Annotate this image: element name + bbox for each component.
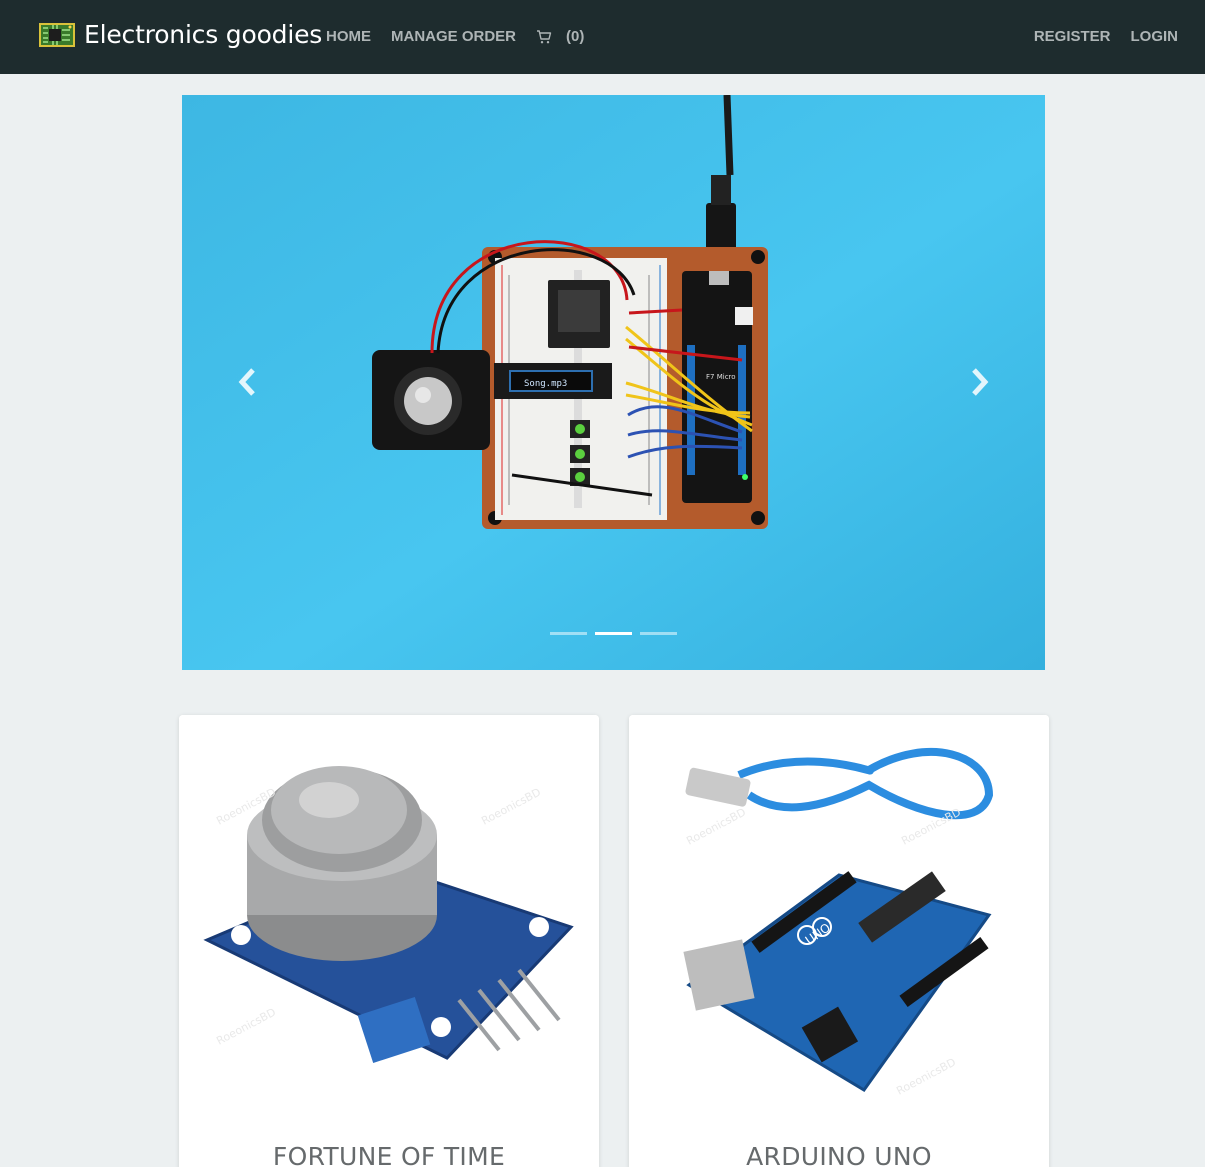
svg-text:Song.mp3: Song.mp3	[524, 379, 567, 389]
nav-left-links: HOME MANAGE ORDER (0)	[326, 27, 584, 47]
carousel-indicator-2[interactable]	[595, 632, 632, 635]
brand-link[interactable]: Electronics goodies	[39, 20, 322, 49]
carousel-indicator-3[interactable]	[640, 632, 677, 635]
shopping-cart-icon	[537, 30, 552, 44]
carousel-indicators	[550, 632, 677, 635]
brand-name: Electronics goodies	[84, 20, 323, 49]
hero-carousel: Song.mp3 F7 Micro	[182, 95, 1045, 670]
nav-login-link[interactable]: LOGIN	[1131, 27, 1179, 47]
nav-home-link[interactable]: HOME	[326, 27, 371, 47]
carousel-slide-image: Song.mp3 F7 Micro	[182, 95, 1045, 670]
product-card[interactable]: UNO RoeonicsBD RoeonicsBD RoeonicsBD ARD…	[629, 715, 1049, 1167]
circuit-board-icon	[39, 22, 75, 47]
carousel-prev-button[interactable]	[227, 360, 267, 404]
chevron-right-icon	[972, 368, 989, 396]
product-title[interactable]: ARDUINO UNO	[629, 1142, 1049, 1167]
svg-text:F7 Micro: F7 Micro	[706, 373, 736, 381]
carousel-next-button[interactable]	[960, 360, 1000, 404]
product-title[interactable]: FORTUNE OF TIME	[179, 1142, 599, 1167]
product-card[interactable]: RoeonicsBD RoeonicsBD RoeonicsBD FORTUNE…	[179, 715, 599, 1167]
cart-count: (0)	[566, 28, 585, 45]
top-navbar: Electronics goodies HOME MANAGE ORDER (0…	[0, 0, 1205, 74]
product-image-arduino-uno: UNO RoeonicsBD RoeonicsBD RoeonicsBD	[629, 715, 1049, 1125]
chevron-left-icon	[238, 368, 255, 396]
product-image-gas-sensor: RoeonicsBD RoeonicsBD RoeonicsBD	[179, 715, 599, 1125]
carousel-indicator-1[interactable]	[550, 632, 587, 635]
nav-register-link[interactable]: REGISTER	[1034, 27, 1111, 47]
nav-cart-link[interactable]: (0)	[536, 27, 584, 47]
nav-manage-order-link[interactable]: MANAGE ORDER	[391, 27, 516, 47]
nav-right-links: REGISTER LOGIN	[1034, 27, 1178, 47]
